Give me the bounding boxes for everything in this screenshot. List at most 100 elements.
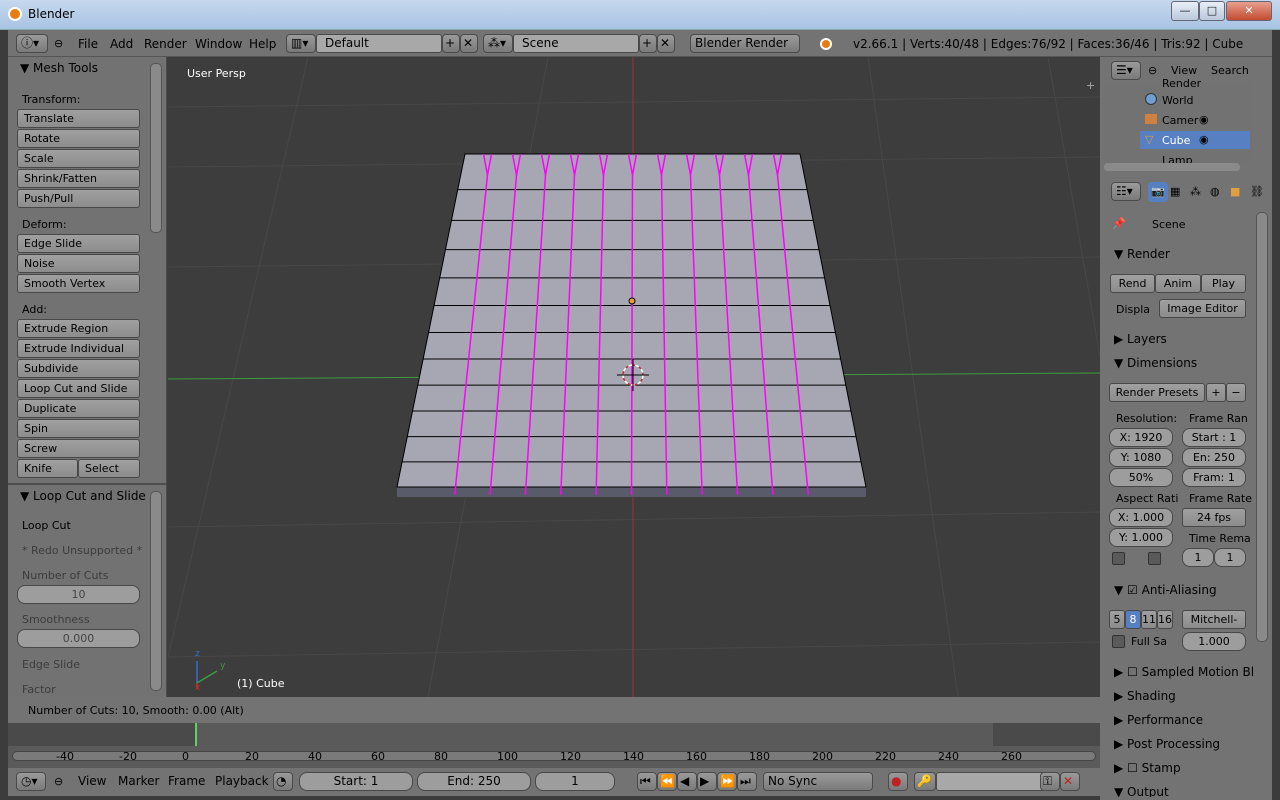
- aa-samples-8[interactable]: 8: [1125, 610, 1141, 629]
- crop-checkbox[interactable]: [1148, 552, 1161, 565]
- menu-add[interactable]: Add: [110, 37, 133, 51]
- display-select[interactable]: Image Editor: [1159, 299, 1246, 318]
- frame-end-field[interactable]: En: 250: [1182, 448, 1246, 467]
- outliner-item-cube[interactable]: Cube: [1162, 134, 1190, 147]
- constraints-tab-icon[interactable]: ⛓: [1250, 185, 1264, 198]
- viewport-scene[interactable]: [168, 57, 1100, 697]
- timeline-menu-marker[interactable]: Marker: [118, 774, 159, 788]
- render-still-button[interactable]: Rend: [1110, 274, 1155, 293]
- dimensions-panel-header[interactable]: ▼ Dimensions: [1114, 356, 1197, 370]
- editor-type-info-button[interactable]: ⓘ▾: [16, 34, 48, 53]
- toolshelf-scrollbar-bottom[interactable]: [150, 491, 162, 691]
- timeline-scrollbar[interactable]: [12, 751, 1096, 761]
- timeline-menu-view[interactable]: View: [78, 774, 106, 788]
- post-processing-panel-header[interactable]: ▶ Post Processing: [1114, 737, 1220, 751]
- add-preset-button[interactable]: +: [1206, 383, 1226, 402]
- 3d-viewport[interactable]: User Persp z y x (1) Cube +: [168, 57, 1100, 697]
- outliner-collapse-icon[interactable]: ⊖: [1148, 64, 1157, 77]
- end-frame-field[interactable]: End: 250: [417, 772, 531, 791]
- outliner-item-render[interactable]: Render: [1162, 77, 1201, 87]
- menu-file[interactable]: File: [78, 37, 98, 51]
- screen-layout-field[interactable]: Default: [316, 34, 442, 53]
- next-keyframe-button[interactable]: ⏩: [717, 772, 737, 791]
- full-sample-checkbox[interactable]: [1112, 635, 1125, 648]
- outliner-view-menu[interactable]: View: [1171, 64, 1197, 77]
- remove-preset-button[interactable]: −: [1226, 383, 1246, 402]
- current-frame-indicator[interactable]: [195, 723, 197, 746]
- frame-start-field[interactable]: Start : 1: [1182, 428, 1246, 447]
- play-forward-button[interactable]: ▶: [697, 772, 717, 791]
- outliner-item-lamp[interactable]: Lamp: [1162, 154, 1193, 163]
- anti-aliasing-panel-header[interactable]: ▼ ☑ Anti-Aliasing: [1114, 583, 1217, 597]
- eye-icon[interactable]: ◉: [1199, 113, 1209, 126]
- close-button[interactable]: ✕: [1226, 1, 1272, 21]
- time-remap-old[interactable]: 1: [1182, 548, 1214, 567]
- number-of-cuts-field[interactable]: 10: [17, 585, 140, 604]
- smooth-vertex-button[interactable]: Smooth Vertex: [17, 274, 140, 293]
- menu-help[interactable]: Help: [249, 37, 276, 51]
- stamp-panel-header[interactable]: ▶ ☐ Stamp: [1114, 761, 1181, 775]
- panel-mesh-tools-header[interactable]: ▼ Mesh Tools: [20, 61, 98, 75]
- timeline-editor[interactable]: -40 -20 0 20 40 60 80 100 120 140 160 180 200 220 240 2…: [8, 723, 1100, 768]
- render-engine-select[interactable]: Blender Render: [690, 34, 800, 53]
- layers-tab-icon[interactable]: ▦: [1170, 185, 1180, 198]
- layers-panel-header[interactable]: ▶ Layers: [1114, 332, 1167, 346]
- current-frame-field[interactable]: 1: [535, 772, 615, 791]
- resolution-y-field[interactable]: Y: 1080: [1109, 448, 1173, 467]
- rotate-button[interactable]: Rotate: [17, 129, 140, 148]
- frame-step-field[interactable]: Fram: 1: [1182, 468, 1246, 487]
- aa-samples-11[interactable]: 11: [1141, 610, 1157, 629]
- filter-size-field[interactable]: 1.000: [1182, 632, 1246, 651]
- scene-icon[interactable]: ⁂▾: [483, 34, 513, 53]
- extrude-individual-button[interactable]: Extrude Individual: [17, 339, 140, 358]
- play-reverse-button[interactable]: ◀: [677, 772, 697, 791]
- resolution-x-field[interactable]: X: 1920: [1109, 428, 1173, 447]
- screw-button[interactable]: Screw: [17, 439, 140, 458]
- shrink-fatten-button[interactable]: Shrink/Fatten: [17, 169, 140, 188]
- fps-select[interactable]: 24 fps: [1182, 508, 1246, 527]
- screen-layout-icon[interactable]: ▥▾: [286, 34, 316, 53]
- jump-start-button[interactable]: ⏮: [637, 772, 657, 791]
- properties-scrollbar[interactable]: [1256, 212, 1268, 642]
- scene-field[interactable]: Scene: [513, 34, 639, 53]
- pin-icon[interactable]: 📌: [1112, 217, 1126, 230]
- resolution-percent-field[interactable]: 50%: [1109, 468, 1173, 487]
- scale-button[interactable]: Scale: [17, 149, 140, 168]
- keying-set-icon[interactable]: 🔑: [914, 772, 936, 791]
- output-panel-header[interactable]: ▼ Output: [1114, 785, 1169, 797]
- toolshelf-scrollbar-top[interactable]: [150, 63, 162, 233]
- render-tab-icon[interactable]: 📷: [1148, 182, 1168, 202]
- minimize-button[interactable]: —: [1171, 1, 1199, 21]
- smoothness-field[interactable]: 0.000: [17, 629, 140, 648]
- knife-button[interactable]: Knife: [17, 459, 78, 478]
- noise-button[interactable]: Noise: [17, 254, 140, 273]
- collapse-menu-icon[interactable]: ⊖: [54, 37, 63, 50]
- properties-editor-type[interactable]: ☷▾: [1111, 182, 1141, 201]
- maximize-button[interactable]: □: [1199, 1, 1225, 21]
- record-button[interactable]: ●: [888, 772, 908, 791]
- performance-panel-header[interactable]: ▶ Performance: [1114, 713, 1203, 727]
- shading-panel-header[interactable]: ▶ Shading: [1114, 689, 1176, 703]
- loop-cut-slide-button[interactable]: Loop Cut and Slide: [17, 379, 140, 398]
- outliner-item-world[interactable]: World: [1162, 94, 1194, 107]
- eye-icon[interactable]: ◉: [1199, 133, 1209, 146]
- aa-samples-5[interactable]: 5: [1109, 610, 1125, 629]
- start-frame-field[interactable]: Start: 1: [299, 772, 413, 791]
- timeline-menu-frame[interactable]: Frame: [168, 774, 205, 788]
- timeline-collapse-icon[interactable]: ⊖: [54, 775, 63, 788]
- play-button[interactable]: Play: [1201, 274, 1246, 293]
- aspect-y-field[interactable]: Y: 1.000: [1109, 528, 1173, 547]
- render-animation-button[interactable]: Anim: [1155, 274, 1201, 293]
- outliner-item-camera[interactable]: Camer: [1162, 114, 1198, 127]
- add-scene-button[interactable]: +: [639, 34, 657, 53]
- delete-scene-button[interactable]: ✕: [657, 34, 675, 53]
- preview-range-button[interactable]: ◔: [273, 772, 293, 791]
- translate-button[interactable]: Translate: [17, 109, 140, 128]
- outliner-item-cube-row[interactable]: [1140, 131, 1250, 149]
- sync-mode-select[interactable]: No Sync: [763, 772, 873, 791]
- menu-window[interactable]: Window: [195, 37, 242, 51]
- prev-keyframe-button[interactable]: ⏪: [657, 772, 677, 791]
- border-checkbox[interactable]: [1112, 552, 1125, 565]
- push-pull-button[interactable]: Push/Pull: [17, 189, 140, 208]
- duplicate-button[interactable]: Duplicate: [17, 399, 140, 418]
